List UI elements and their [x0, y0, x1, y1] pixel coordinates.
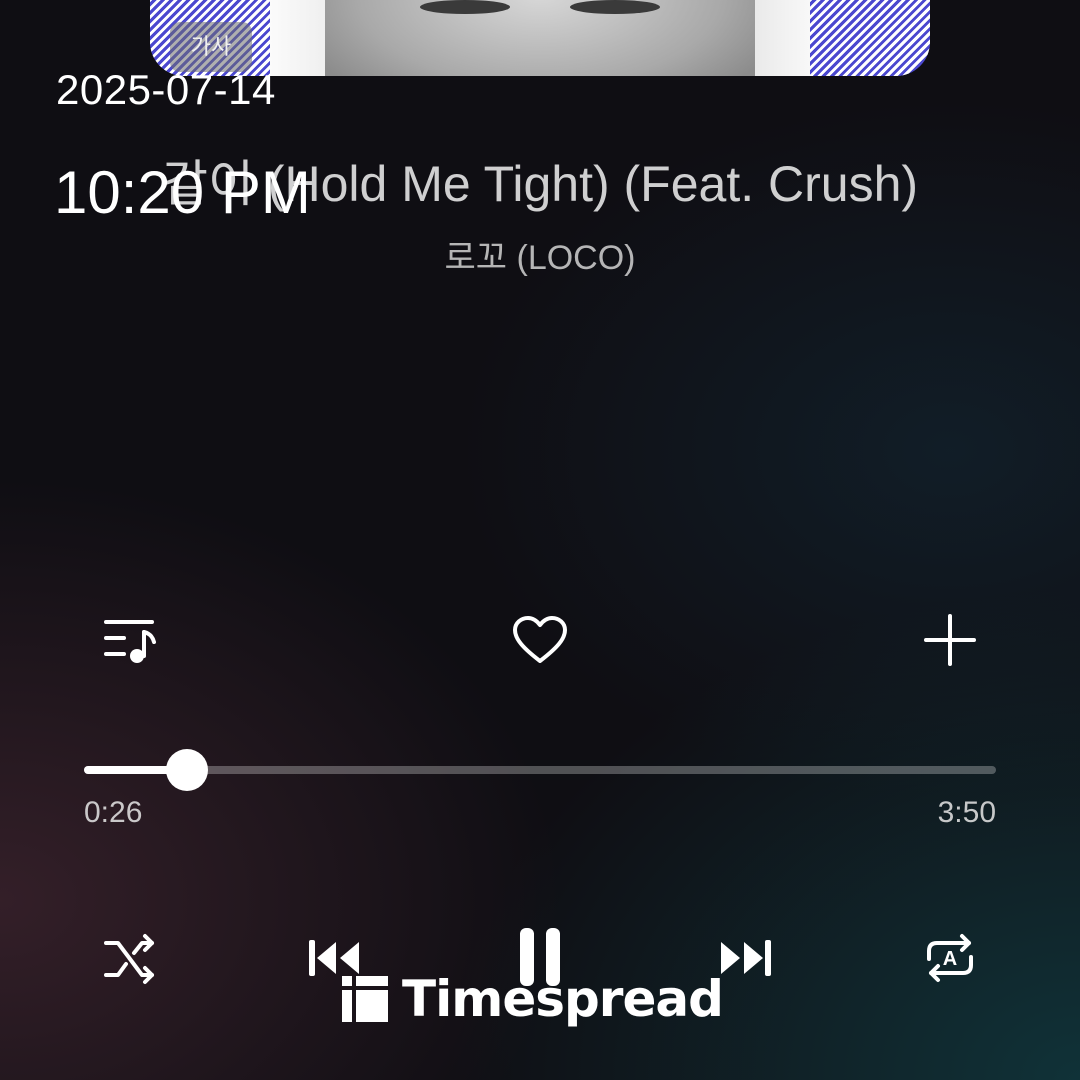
album-art-eye-left — [420, 0, 510, 14]
lyrics-button[interactable]: 가사 — [170, 22, 252, 72]
total-duration: 3:50 — [937, 796, 996, 829]
add-to-playlist-button[interactable] — [920, 610, 980, 670]
playlist-button[interactable] — [100, 610, 160, 670]
album-art-portrait — [325, 0, 755, 76]
seek-bar[interactable] — [84, 749, 996, 791]
playlist-icon — [104, 620, 156, 663]
timespread-logo-icon — [342, 976, 388, 1022]
elapsed-time: 0:26 — [84, 796, 143, 829]
album-art[interactable] — [150, 0, 930, 76]
watermark-text: Timespread — [402, 970, 724, 1028]
shuffle-icon — [104, 934, 154, 984]
track-artist[interactable]: 로꼬 (LOCO) — [0, 230, 1080, 279]
repeat-button[interactable]: A — [918, 926, 982, 990]
overlay-date: 2025-07-14 — [56, 66, 276, 113]
repeat-all-icon: A — [927, 934, 973, 982]
plus-icon — [924, 614, 976, 666]
skip-next-icon — [721, 940, 771, 976]
repeat-mode-letter: A — [943, 948, 957, 970]
watermark: Timespread — [342, 970, 724, 1028]
album-art-pattern-right — [810, 0, 930, 76]
seek-bar-thumb[interactable] — [166, 749, 209, 791]
album-art-eye-right — [570, 0, 660, 14]
like-button[interactable] — [508, 610, 572, 670]
shuffle-button[interactable] — [100, 928, 160, 988]
next-button[interactable] — [714, 930, 778, 986]
overlay-time: 10:20 PM — [54, 159, 311, 226]
heart-outline-icon — [513, 616, 567, 663]
